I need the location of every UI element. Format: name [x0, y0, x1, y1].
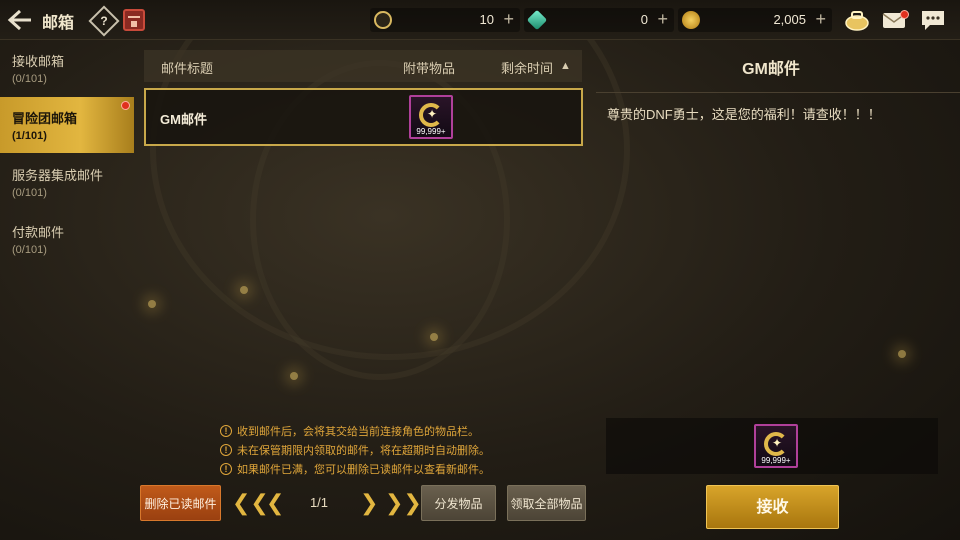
detail-body: 尊贵的DNF勇士，这是您的福利！请查收！！！ — [607, 107, 881, 122]
c-coin-plus-button[interactable]: + — [503, 9, 514, 30]
warning-icon: ! — [220, 444, 232, 456]
sidebar-item-payment[interactable]: 付款邮件 (0/101) — [0, 211, 134, 267]
note-text: 如果邮件已满，您可以删除已读邮件以查看新邮件。 — [237, 464, 490, 476]
bag-icon[interactable] — [844, 8, 870, 32]
gold-coin-icon — [682, 11, 700, 29]
claim-all-button[interactable]: 领取全部物品 — [507, 485, 586, 521]
gold-plus-button[interactable]: + — [815, 9, 826, 30]
gold-value: 2,005 — [773, 12, 806, 27]
sidebar-item-server-integration[interactable]: 服务器集成邮件 (0/101) — [0, 154, 134, 210]
gem-icon — [526, 9, 548, 31]
sidebar-item-count: (0/101) — [12, 244, 47, 256]
sidebar-item-count: (1/101) — [12, 130, 47, 142]
currency-c-coin: 10 + — [370, 8, 520, 32]
mail-list-header: 邮件标题 附带物品 剩余时间 ▲ — [144, 50, 582, 82]
sidebar-item-count: (0/101) — [12, 73, 47, 85]
note-item: ! 收到邮件后，会将其交给当前连接角色的物品栏。 — [220, 423, 580, 442]
detail-attachment-icon[interactable]: ✦ 99,999+ — [754, 424, 798, 468]
mail-notes: ! 收到邮件后，会将其交给当前连接角色的物品栏。 ! 未在保管期限内领取的邮件，将在… — [220, 423, 580, 480]
currency-gold: 2,005 + — [678, 8, 832, 32]
sidebar-item-label: 冒险团邮箱 — [12, 111, 78, 126]
prev-page-icon[interactable]: ❮ — [266, 490, 284, 516]
receive-button[interactable]: 接收 — [706, 485, 839, 529]
currency-gem: 0 + — [524, 8, 674, 32]
note-text: 收到邮件后，会将其交给当前连接角色的物品栏。 — [237, 426, 479, 438]
detail-attachment-qty: 99,999+ — [761, 456, 791, 465]
column-remaining-time[interactable]: 剩余时间 — [501, 58, 553, 77]
sidebar-item-inbox[interactable]: 接收邮箱 (0/101) — [0, 40, 134, 96]
attachment-qty: 99,999+ — [416, 127, 446, 136]
c-coin-value: 10 — [479, 12, 494, 27]
mail-notify-dot — [900, 10, 909, 19]
sidebar-item-adventure-team[interactable]: 冒险团邮箱 (1/101) — [0, 97, 134, 153]
note-text: 未在保管期限内领取的邮件，将在超期时自动删除。 — [237, 445, 490, 457]
star-icon: ✦ — [772, 436, 783, 450]
back-arrow-icon[interactable] — [6, 8, 34, 32]
attachment-item-icon[interactable]: ✦ 99,999+ — [409, 95, 453, 139]
sort-up-icon[interactable]: ▲ — [560, 60, 571, 72]
star-icon: ✦ — [427, 107, 438, 121]
calendar-icon[interactable] — [123, 9, 145, 31]
note-item: ! 如果邮件已满，您可以删除已读邮件以查看新邮件。 — [220, 461, 580, 480]
mail-subject: GM邮件 — [160, 112, 207, 127]
sidebar-item-count: (0/101) — [12, 187, 47, 199]
sidebar-item-label: 服务器集成邮件 — [12, 168, 104, 183]
distribute-items-button[interactable]: 分发物品 — [421, 485, 496, 521]
column-subject: 邮件标题 — [161, 61, 214, 76]
top-bar: 邮箱 ? 10 + 0 + 2,005 + — [0, 0, 960, 40]
chat-icon[interactable] — [920, 8, 946, 32]
warning-icon: ! — [220, 463, 232, 475]
sidebar-item-label: 接收邮箱 — [12, 54, 65, 69]
help-glyph: ? — [100, 14, 108, 28]
mail-row[interactable]: GM邮件 ✦ 99,999+ — [144, 88, 583, 146]
help-icon[interactable]: ? — [88, 5, 120, 37]
gem-plus-button[interactable]: + — [657, 9, 668, 30]
sidebar-item-label: 付款邮件 — [12, 225, 65, 240]
column-attachment: 附带物品 — [403, 61, 456, 76]
first-page-icon[interactable]: ❮❮ — [232, 490, 269, 516]
warning-icon: ! — [220, 425, 232, 437]
c-coin-icon — [374, 11, 392, 29]
delete-read-button[interactable]: 删除已读邮件 — [140, 485, 221, 521]
next-page-icon[interactable]: ❯ — [360, 490, 378, 516]
detail-attachment-strip: ✦ 99,999+ — [606, 418, 938, 474]
note-item: ! 未在保管期限内领取的邮件，将在超期时自动删除。 — [220, 442, 580, 461]
mailbox-sidebar: 接收邮箱 (0/101) 冒险团邮箱 (1/101) 服务器集成邮件 (0/10… — [0, 40, 134, 540]
detail-divider — [596, 92, 960, 93]
page-number: 1/1 — [309, 495, 329, 510]
page-title: 邮箱 — [42, 15, 75, 32]
last-page-icon[interactable]: ❯❯ — [385, 490, 422, 516]
gem-value: 0 — [640, 12, 648, 27]
detail-title: GM邮件 — [742, 61, 800, 78]
adventure-team-notify-dot — [121, 101, 130, 110]
